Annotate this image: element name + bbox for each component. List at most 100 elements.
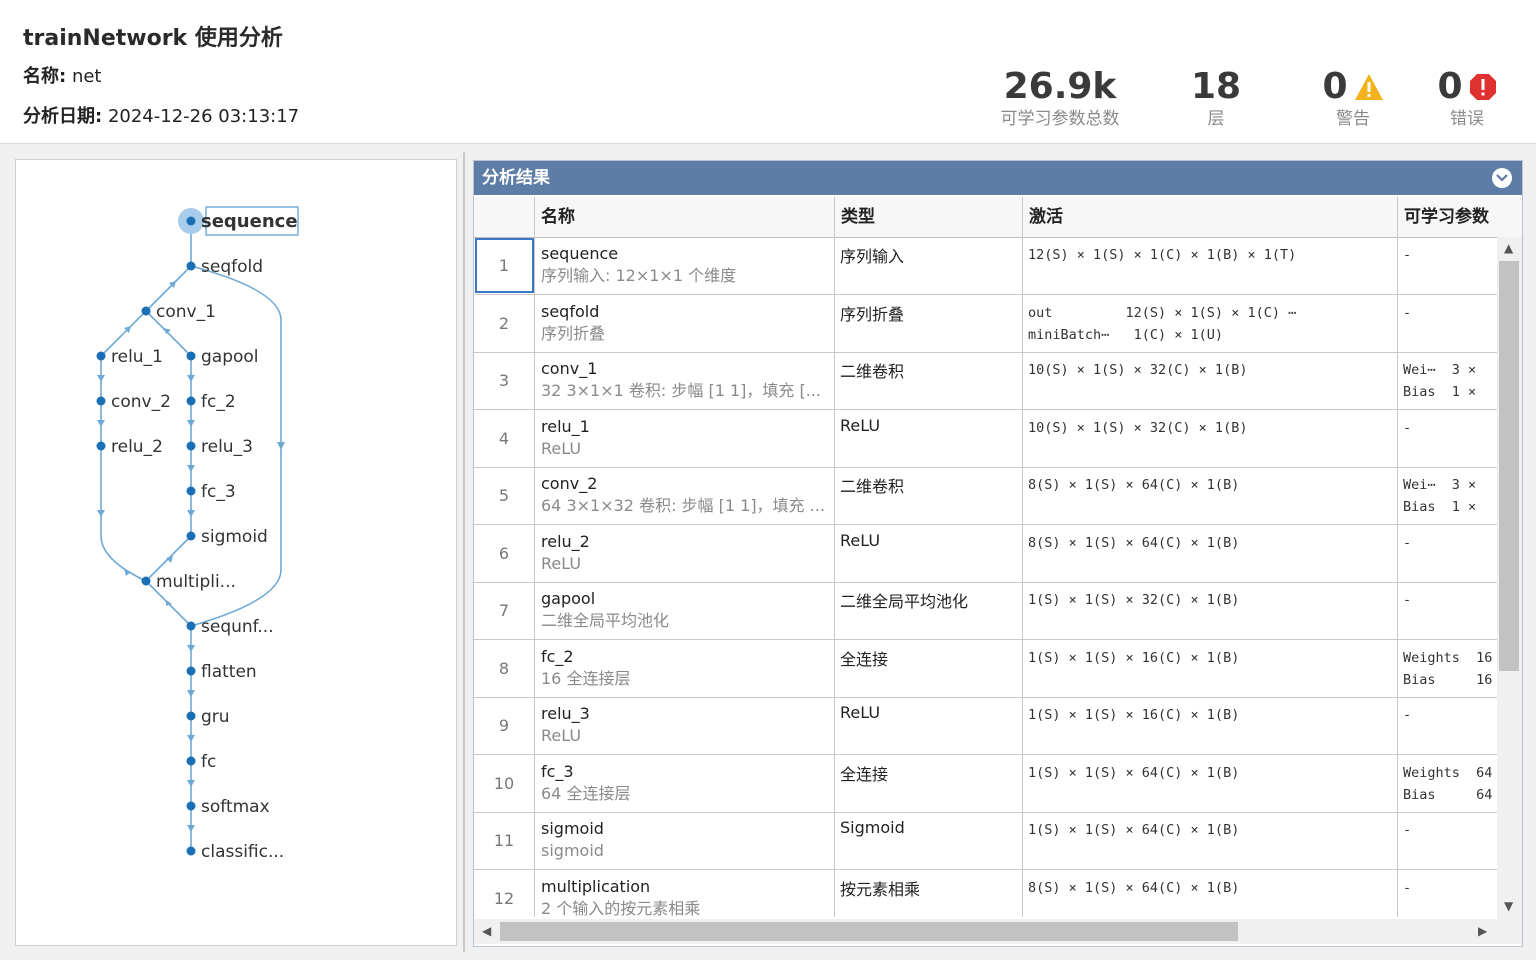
graph-node[interactable] [96, 396, 106, 406]
graph-node-label[interactable]: flatten [201, 662, 257, 682]
graph-node-label[interactable]: multipli... [156, 572, 236, 592]
graph-node-label[interactable]: relu_1 [111, 347, 163, 367]
col-type[interactable]: 类型 [835, 197, 1023, 237]
graph-node[interactable] [186, 531, 196, 541]
activation-cell[interactable]: 10(S) × 1(S) × 32(C) × 1(B) [1023, 409, 1398, 467]
col-learnables[interactable]: 可学习参数 [1398, 197, 1522, 237]
horizontal-scroll-thumb[interactable] [500, 922, 1238, 941]
layer-name-cell[interactable]: fc_3 64 全连接层 [535, 754, 835, 812]
results-table[interactable]: 名称 类型 激活 可学习参数 1 sequence 序列输入: 12×1×1 个维度… [474, 197, 1522, 917]
scroll-right-icon[interactable]: ▶ [1478, 924, 1487, 938]
layer-type[interactable]: 二维卷积 [835, 352, 1023, 409]
graph-node-label[interactable]: gru [201, 707, 230, 727]
row-index[interactable]: 2 [474, 294, 535, 352]
horizontal-scrollbar[interactable]: ◀ ▶ [474, 919, 1522, 944]
row-index[interactable]: 9 [474, 697, 535, 754]
layer-name-cell[interactable]: conv_1 32 3×1×1 卷积: 步幅 [1 1]，填充 [... [535, 352, 835, 409]
row-index[interactable]: 12 [474, 869, 535, 917]
activation-cell[interactable]: 1(S) × 1(S) × 64(C) × 1(B) [1023, 754, 1398, 812]
layer-type[interactable]: 全连接 [835, 639, 1023, 697]
layer-name-cell[interactable]: fc_2 16 全连接层 [535, 639, 835, 697]
activation-cell[interactable]: out 12(S) × 1(S) × 1(C) ⋯ miniBatch⋯ 1(C)… [1023, 294, 1398, 352]
layer-type[interactable]: 按元素相乘 [835, 869, 1023, 917]
activation-cell[interactable]: 1(S) × 1(S) × 16(C) × 1(B) [1023, 639, 1398, 697]
graph-node[interactable] [186, 756, 196, 766]
layer-name-cell[interactable]: conv_2 64 3×1×32 卷积: 步幅 [1 1]，填充 ... [535, 467, 835, 524]
graph-node[interactable] [96, 441, 106, 451]
activation-cell[interactable]: 10(S) × 1(S) × 32(C) × 1(B) [1023, 352, 1398, 409]
graph-node-label[interactable]: softmax [201, 797, 270, 817]
graph-node-label[interactable]: conv_1 [156, 302, 216, 322]
row-index[interactable]: 6 [474, 524, 535, 582]
scroll-down-icon[interactable]: ▼ [1504, 899, 1513, 913]
graph-node[interactable] [186, 216, 196, 226]
graph-node[interactable] [186, 351, 196, 361]
row-index[interactable]: 7 [474, 582, 535, 639]
graph-node[interactable] [186, 621, 196, 631]
row-index[interactable]: 3 [474, 352, 535, 409]
graph-node[interactable] [141, 306, 151, 316]
vertical-scrollbar[interactable]: ▲ ▼ [1497, 237, 1522, 921]
collapse-button[interactable] [1492, 168, 1512, 188]
activation-cell[interactable]: 1(S) × 1(S) × 32(C) × 1(B) [1023, 582, 1398, 639]
row-index[interactable]: 1 [474, 237, 535, 294]
graph-node[interactable] [96, 351, 106, 361]
table-row[interactable]: 12 multiplication 2 个输入的按元素相乘 按元素相乘 8(S) × 1… [474, 869, 1522, 917]
graph-node[interactable] [186, 846, 196, 856]
layer-type[interactable]: 二维全局平均池化 [835, 582, 1023, 639]
graph-node-label[interactable]: fc [201, 752, 216, 772]
table-row[interactable]: 10 fc_3 64 全连接层 全连接 1(S) × 1(S) × 64(C) × 1(… [474, 754, 1522, 813]
graph-node-label[interactable]: sigmoid [201, 527, 268, 547]
layer-type[interactable]: ReLU [835, 409, 1023, 467]
layer-name-cell[interactable]: multiplication 2 个输入的按元素相乘 [535, 869, 835, 917]
graph-node[interactable] [186, 711, 196, 721]
layer-name-cell[interactable]: seqfold 序列折叠 [535, 294, 835, 352]
table-row[interactable]: 5 conv_2 64 3×1×32 卷积: 步幅 [1 1]，填充 ... 二维卷积… [474, 467, 1522, 525]
graph-node-label[interactable]: conv_2 [111, 392, 171, 412]
network-graph-panel[interactable]: sequence seqfold conv_1 relu_1 gapool conv_2 f… [15, 159, 457, 946]
activation-cell[interactable]: 8(S) × 1(S) × 64(C) × 1(B) [1023, 524, 1398, 582]
graph-node-label[interactable]: sequnf... [201, 617, 274, 637]
layer-type[interactable]: Sigmoid [835, 812, 1023, 869]
layer-name-cell[interactable]: relu_1 ReLU [535, 409, 835, 467]
graph-node-label[interactable]: gapool [201, 347, 259, 367]
graph-node[interactable] [186, 261, 196, 271]
activation-cell[interactable]: 8(S) × 1(S) × 64(C) × 1(B) [1023, 869, 1398, 917]
vertical-scroll-thumb[interactable] [1499, 261, 1519, 671]
activation-cell[interactable]: 12(S) × 1(S) × 1(C) × 1(B) × 1(T) [1023, 237, 1398, 294]
layer-name-cell[interactable]: gapool 二维全局平均池化 [535, 582, 835, 639]
col-activation[interactable]: 激活 [1023, 197, 1398, 237]
layer-type[interactable]: ReLU [835, 524, 1023, 582]
layer-name-cell[interactable]: relu_2 ReLU [535, 524, 835, 582]
graph-node[interactable] [186, 486, 196, 496]
row-index[interactable]: 5 [474, 467, 535, 524]
graph-node[interactable] [186, 666, 196, 676]
scroll-up-icon[interactable]: ▲ [1504, 241, 1513, 255]
scroll-left-icon[interactable]: ◀ [482, 924, 491, 938]
network-graph[interactable]: sequenceseqfoldconv_1relu_1 gapoolconv_2 f… [16, 160, 456, 945]
activation-cell[interactable]: 1(S) × 1(S) × 64(C) × 1(B) [1023, 812, 1398, 869]
table-row[interactable]: 11 sigmoid sigmoid Sigmoid 1(S) × 1(S) × 64(… [474, 812, 1522, 870]
graph-node[interactable] [186, 441, 196, 451]
table-row[interactable]: 8 fc_2 16 全连接层 全连接 1(S) × 1(S) × 16(C) × 1(B… [474, 639, 1522, 698]
graph-node[interactable] [141, 576, 151, 586]
graph-node-label[interactable]: fc_2 [201, 392, 236, 412]
table-row[interactable]: 6 relu_2 ReLU ReLU 8(S) × 1(S) × 64(C) × 1(B… [474, 524, 1522, 583]
layer-name-cell[interactable]: relu_3 ReLU [535, 697, 835, 754]
graph-node-label[interactable]: sequence [201, 211, 298, 232]
layer-type[interactable]: 序列输入 [835, 237, 1023, 294]
layer-type[interactable]: 全连接 [835, 754, 1023, 812]
graph-node-label[interactable]: relu_3 [201, 437, 253, 457]
layer-name-cell[interactable]: sigmoid sigmoid [535, 812, 835, 869]
table-row[interactable]: 2 seqfold 序列折叠 序列折叠 out 12(S) × 1(S) × 1(C) … [474, 294, 1522, 353]
graph-node-label[interactable]: classific... [201, 842, 284, 862]
row-index[interactable]: 4 [474, 409, 535, 467]
table-row[interactable]: 4 relu_1 ReLU ReLU 10(S) × 1(S) × 32(C) × 1(… [474, 409, 1522, 468]
graph-node[interactable] [186, 801, 196, 811]
graph-node-label[interactable]: seqfold [201, 257, 263, 277]
activation-cell[interactable]: 1(S) × 1(S) × 16(C) × 1(B) [1023, 697, 1398, 754]
row-index[interactable]: 10 [474, 754, 535, 812]
row-index[interactable]: 8 [474, 639, 535, 697]
activation-cell[interactable]: 8(S) × 1(S) × 64(C) × 1(B) [1023, 467, 1398, 524]
table-row[interactable]: 1 sequence 序列输入: 12×1×1 个维度 序列输入 12(S) × 1(S… [474, 237, 1522, 295]
